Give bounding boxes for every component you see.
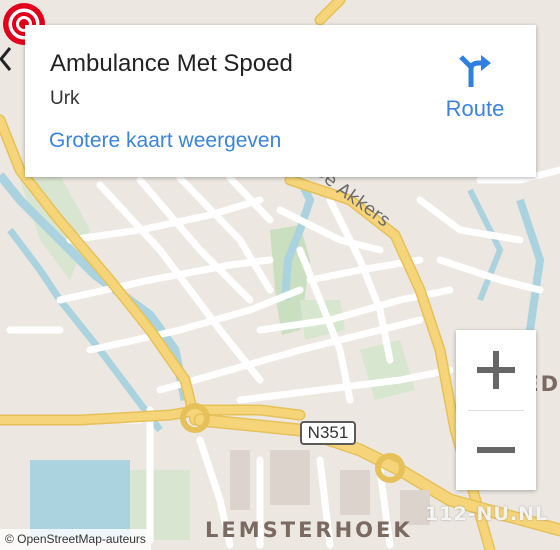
road-shield-n351: N351 [300, 421, 356, 445]
larger-map-link[interactable]: Grotere kaart weergeven [49, 129, 281, 153]
chevron-left-icon[interactable] [0, 46, 14, 72]
district-label: LEMSTERHOEK [205, 518, 413, 542]
route-button[interactable]: Route [435, 49, 515, 129]
place-title: Ambulance Met Spoed [50, 50, 293, 77]
map-attribution[interactable]: © OpenStreetMap-auteurs [0, 529, 151, 550]
place-city: Urk [50, 88, 80, 109]
zoom-in-button[interactable] [456, 330, 536, 410]
directions-icon [459, 55, 491, 87]
attribution-text[interactable]: © OpenStreetMap-auteurs [5, 532, 146, 546]
plus-icon [477, 351, 515, 389]
zoom-out-button[interactable] [456, 410, 536, 490]
watermark-logo: 112-NU.NL [425, 503, 549, 525]
minus-icon [477, 447, 515, 453]
route-label: Route [445, 96, 505, 121]
place-info-card: Ambulance Met Spoed Urk Grotere kaart we… [25, 25, 536, 177]
zoom-control [456, 330, 536, 490]
